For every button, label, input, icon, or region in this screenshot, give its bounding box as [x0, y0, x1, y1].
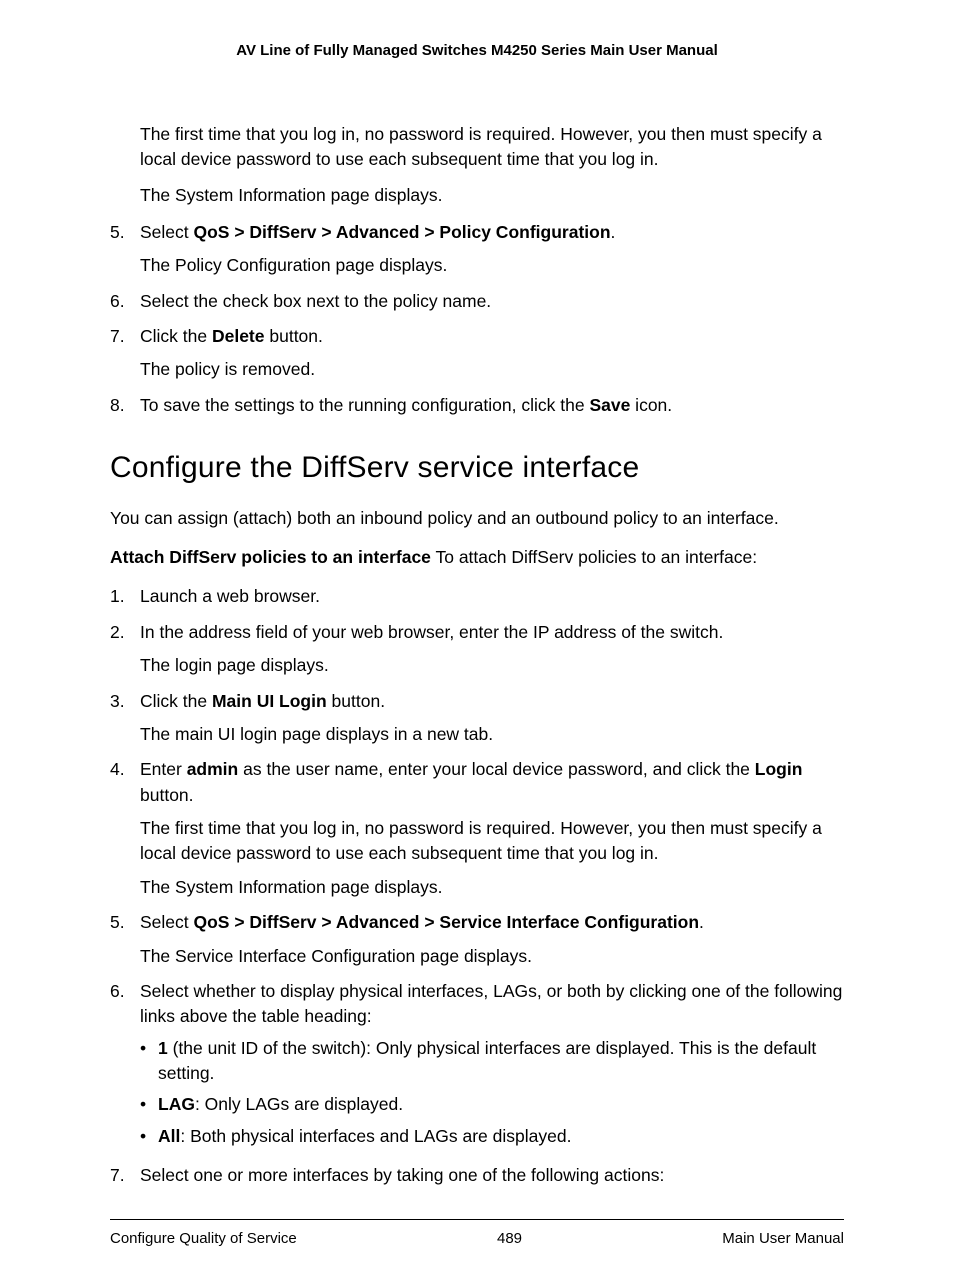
step-7b: 7. Select one or more interfaces by taki…	[110, 1163, 844, 1188]
step-text: Click the Delete button.	[140, 324, 844, 349]
step-number: 2.	[110, 620, 140, 679]
section-intro: You can assign (attach) both an inbound …	[110, 506, 844, 531]
step-5a: 5. Select QoS > DiffServ > Advanced > Po…	[110, 220, 844, 279]
step-number: 1.	[110, 584, 140, 609]
procedure-heading: Attach DiffServ policies to an interface…	[110, 545, 844, 570]
subhead-tail: To attach DiffServ policies to an interf…	[431, 547, 757, 567]
page-footer: Configure Quality of Service 489 Main Us…	[110, 1228, 844, 1250]
step-7a: 7. Click the Delete button. The policy i…	[110, 324, 844, 383]
bullet-item: • All: Both physical interfaces and LAGs…	[140, 1124, 844, 1149]
step-text: Select the check box next to the policy …	[140, 289, 844, 314]
step-note: The first time that you log in, no passw…	[140, 816, 844, 867]
subhead-bold: Attach DiffServ policies to an interface	[110, 547, 431, 567]
footer-divider: Configure Quality of Service 489 Main Us…	[110, 1219, 844, 1250]
step-3b: 3. Click the Main UI Login button. The m…	[110, 689, 844, 748]
step-text: To save the settings to the running conf…	[140, 393, 844, 418]
bullet-icon: •	[140, 1092, 158, 1117]
bullet-icon: •	[140, 1036, 158, 1087]
step-number: 7.	[110, 1163, 140, 1188]
step-2b: 2. In the address field of your web brow…	[110, 620, 844, 679]
step-text: Select whether to display physical inter…	[140, 979, 844, 1030]
bullet-item: • 1 (the unit ID of the switch): Only ph…	[140, 1036, 844, 1087]
step-8a: 8. To save the settings to the running c…	[110, 393, 844, 418]
page-header: AV Line of Fully Managed Switches M4250 …	[110, 40, 844, 62]
step-text: Click the Main UI Login button.	[140, 689, 844, 714]
step-text: Launch a web browser.	[140, 584, 844, 609]
step-4b: 4. Enter admin as the user name, enter y…	[110, 757, 844, 900]
step-result: The System Information page displays.	[140, 875, 844, 900]
step-text: Select one or more interfaces by taking …	[140, 1163, 844, 1188]
step-text: Enter admin as the user name, enter your…	[140, 757, 844, 808]
continuation-paragraph: The first time that you log in, no passw…	[140, 122, 844, 208]
section-heading: Configure the DiffServ service interface	[110, 446, 844, 490]
step-5b: 5. Select QoS > DiffServ > Advanced > Se…	[110, 910, 844, 969]
bullet-text: LAG: Only LAGs are displayed.	[158, 1092, 403, 1117]
step-number: 8.	[110, 393, 140, 418]
step-number: 4.	[110, 757, 140, 900]
step-result: The policy is removed.	[140, 357, 844, 382]
step-result: The Policy Configuration page displays.	[140, 253, 844, 278]
body-text: The first time that you log in, no passw…	[140, 122, 844, 173]
step-result: The Service Interface Configuration page…	[140, 944, 844, 969]
body-text: The System Information page displays.	[140, 183, 844, 208]
step-number: 5.	[110, 910, 140, 969]
step-text: Select QoS > DiffServ > Advanced > Polic…	[140, 220, 844, 245]
step-number: 6.	[110, 289, 140, 314]
step-1b: 1. Launch a web browser.	[110, 584, 844, 609]
bullet-item: • LAG: Only LAGs are displayed.	[140, 1092, 844, 1117]
footer-doc-title: Main User Manual	[722, 1228, 844, 1250]
step-number: 3.	[110, 689, 140, 748]
step-number: 5.	[110, 220, 140, 279]
step-6a: 6. Select the check box next to the poli…	[110, 289, 844, 314]
step-6b: 6. Select whether to display physical in…	[110, 979, 844, 1030]
document-page: AV Line of Fully Managed Switches M4250 …	[0, 0, 954, 1269]
step-text: Select QoS > DiffServ > Advanced > Servi…	[140, 910, 844, 935]
footer-page-number: 489	[497, 1228, 522, 1250]
step-result: The login page displays.	[140, 653, 844, 678]
step-text: In the address field of your web browser…	[140, 620, 844, 645]
bullet-text: 1 (the unit ID of the switch): Only phys…	[158, 1036, 844, 1087]
step-result: The main UI login page displays in a new…	[140, 722, 844, 747]
footer-section: Configure Quality of Service	[110, 1228, 297, 1250]
step-number: 6.	[110, 979, 140, 1030]
bullet-text: All: Both physical interfaces and LAGs a…	[158, 1124, 571, 1149]
bullet-icon: •	[140, 1124, 158, 1149]
step-number: 7.	[110, 324, 140, 383]
